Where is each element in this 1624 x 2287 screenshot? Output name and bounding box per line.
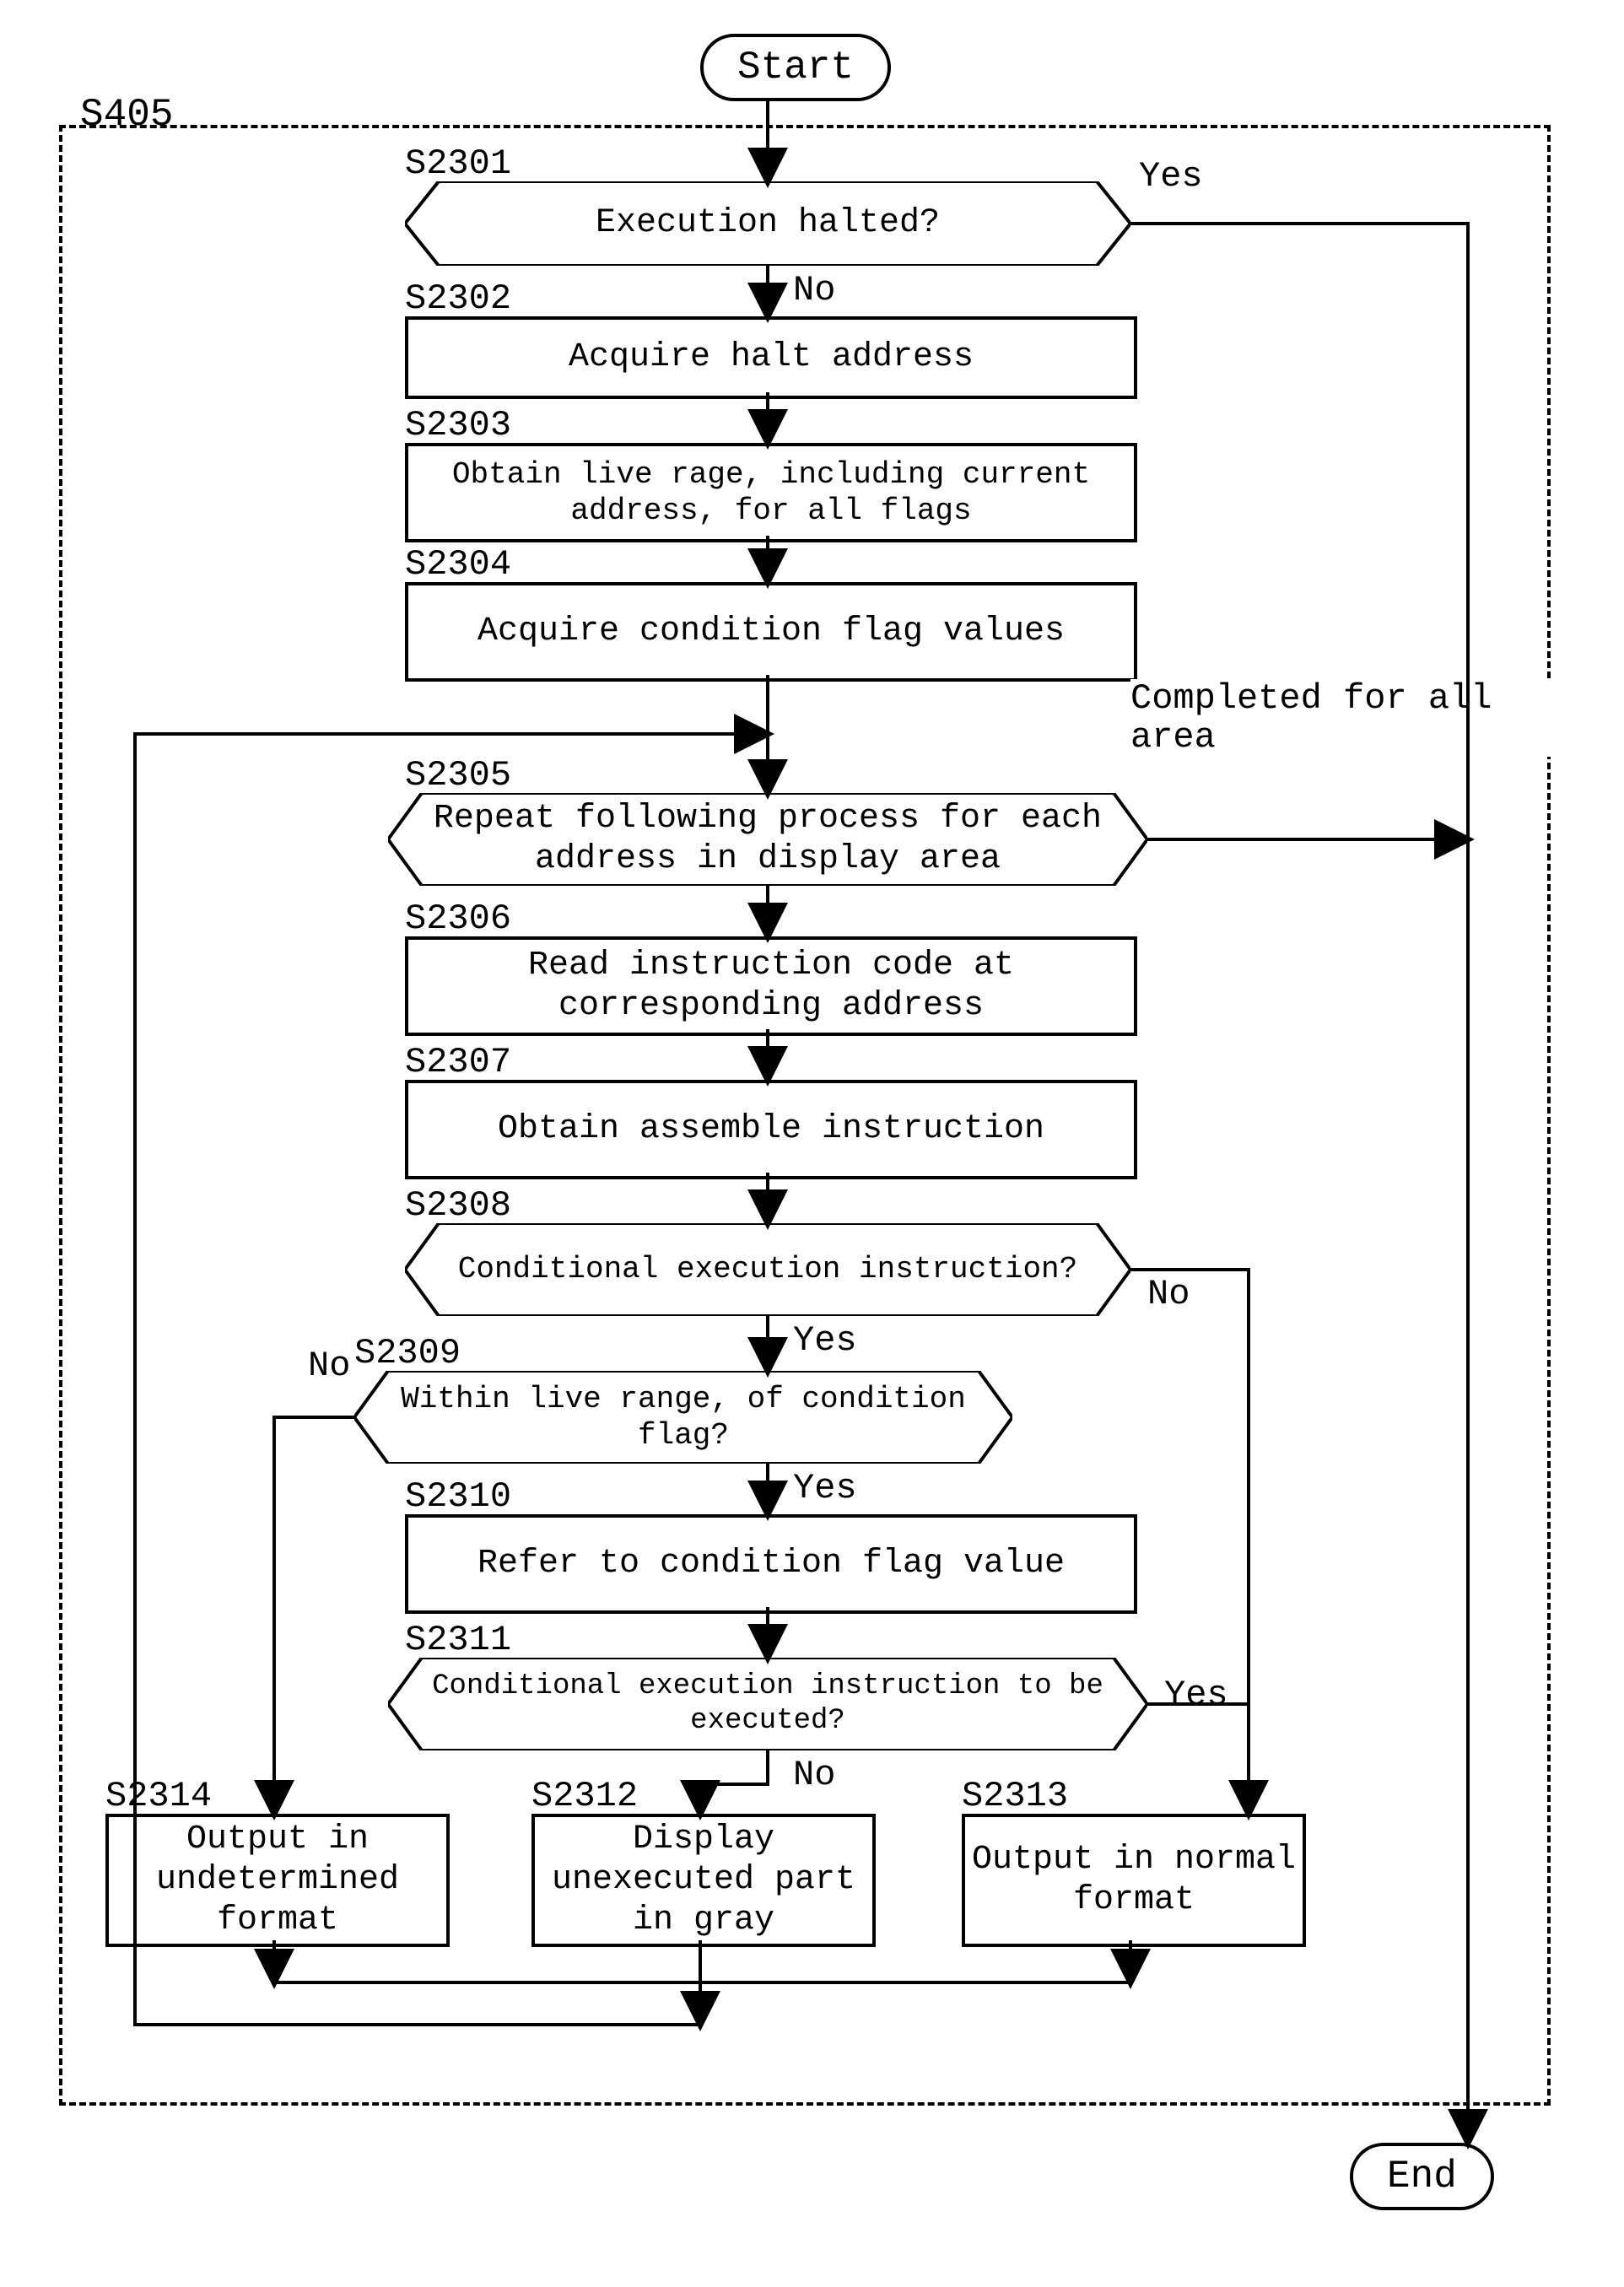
s2314-process: Output in undetermined format bbox=[105, 1814, 450, 1947]
s405-label: S405 bbox=[80, 93, 173, 137]
s2311-no: No bbox=[793, 1755, 835, 1795]
s2311-step: S2311 bbox=[405, 1620, 511, 1660]
s2305-text: Repeat following process for each addres… bbox=[388, 793, 1147, 886]
s2309-step: S2309 bbox=[354, 1333, 461, 1373]
s2306-process: Read instruction code at corresponding a… bbox=[405, 936, 1137, 1036]
s2307-process: Obtain assemble instruction bbox=[405, 1080, 1137, 1179]
s2311-decision: Conditional execution instruction to be … bbox=[388, 1658, 1147, 1750]
s2304-step: S2304 bbox=[405, 544, 511, 585]
s2309-text: Within live range, of condition flag? bbox=[354, 1371, 1012, 1464]
s2301-step: S2301 bbox=[405, 143, 511, 184]
s2305-loop: Repeat following process for each addres… bbox=[388, 793, 1147, 886]
s2308-text: Conditional execution instruction? bbox=[405, 1223, 1130, 1316]
flowchart-container: S405 Start S2301 Execution halted? Yes N… bbox=[34, 34, 1590, 2253]
s2301-text: Execution halted? bbox=[405, 181, 1130, 266]
s2313-step: S2313 bbox=[962, 1776, 1068, 1816]
s2310-step: S2310 bbox=[405, 1476, 511, 1517]
s2306-step: S2306 bbox=[405, 898, 511, 939]
s2308-yes: Yes bbox=[793, 1320, 857, 1361]
s2310-process: Refer to condition flag value bbox=[405, 1514, 1137, 1614]
s2301-decision: Execution halted? bbox=[405, 181, 1130, 266]
s2303-process: Obtain live rage, including current addr… bbox=[405, 443, 1137, 542]
s2309-yes: Yes bbox=[793, 1468, 857, 1508]
s2308-step: S2308 bbox=[405, 1185, 511, 1226]
s2311-text: Conditional execution instruction to be … bbox=[388, 1658, 1147, 1750]
s2301-no: No bbox=[793, 270, 835, 310]
s2308-no: No bbox=[1147, 1274, 1190, 1314]
s2314-step: S2314 bbox=[105, 1776, 212, 1816]
s2313-process: Output in normal format bbox=[962, 1814, 1306, 1947]
end-terminal: End bbox=[1350, 2143, 1494, 2210]
s2307-step: S2307 bbox=[405, 1042, 511, 1082]
s2312-step: S2312 bbox=[531, 1776, 638, 1816]
s2302-step: S2302 bbox=[405, 278, 511, 319]
s2309-no: No bbox=[308, 1346, 350, 1386]
s2311-yes: Yes bbox=[1164, 1675, 1228, 1715]
s2309-decision: Within live range, of condition flag? bbox=[354, 1371, 1012, 1464]
s2301-yes: Yes bbox=[1139, 156, 1203, 197]
completed-label: Completed for all area bbox=[1130, 679, 1590, 757]
s2302-process: Acquire halt address bbox=[405, 316, 1137, 399]
s2303-step: S2303 bbox=[405, 405, 511, 445]
start-terminal: Start bbox=[700, 34, 891, 101]
s2305-step: S2305 bbox=[405, 755, 511, 796]
s2304-process: Acquire condition flag values bbox=[405, 582, 1137, 682]
s2312-process: Display unexecuted part in gray bbox=[531, 1814, 876, 1947]
s2308-decision: Conditional execution instruction? bbox=[405, 1223, 1130, 1316]
